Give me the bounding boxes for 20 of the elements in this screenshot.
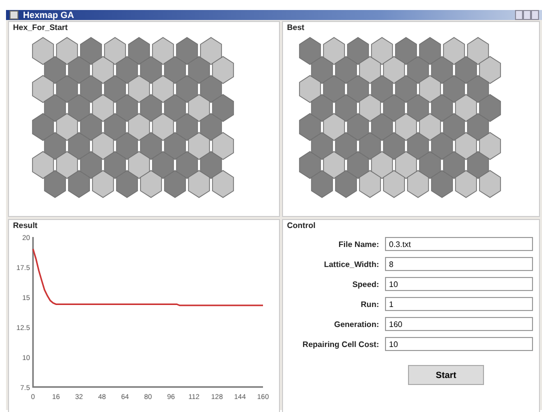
field-label: Generation: [333,320,379,328]
input-field[interactable]: 8 [385,257,533,271]
panel-title: Control [286,220,316,231]
window-controls-icon[interactable] [515,10,539,20]
window-title: Hexmap GA [23,10,74,20]
panel-title: Best [286,22,306,33]
field-label: Speed: [351,280,379,288]
panel-title: Hex_For_Start [12,22,69,33]
panel-title: Result [12,220,38,231]
input-field[interactable]: 1 [385,297,533,311]
field-label: File Name: [338,240,379,248]
input-field[interactable]: 10 [385,337,533,351]
input-field[interactable]: 160 [385,317,533,331]
start-button[interactable]: Start [408,365,484,385]
field-label: Run: [360,300,379,308]
window-icon [9,10,19,20]
input-field[interactable]: 10 [385,277,533,291]
input-field[interactable]: 0.3.txt [385,237,533,251]
field-label: Repairing Cell Cost: [302,340,379,348]
field-label: Lattice_Width: [322,260,379,268]
